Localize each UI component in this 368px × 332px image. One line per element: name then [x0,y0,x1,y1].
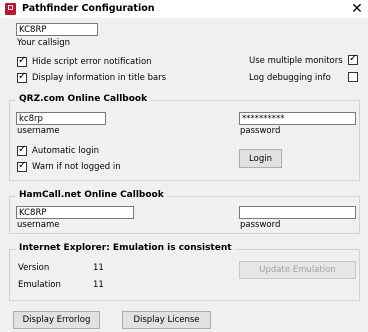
hamcall-legend: HamCall.net Online Callbook [16,190,167,200]
ie-version-value: 11 [93,263,104,273]
display-title-bars-label: Display information in title bars [32,73,167,83]
app-icon [5,3,16,15]
display-license-button[interactable]: Display License [122,311,211,329]
hide-script-errors-label: Hide script error notification [32,57,152,67]
qrz-legend: QRZ.com Online Callbook [16,94,151,104]
hide-script-errors-checkbox[interactable] [17,55,27,67]
log-debugging-checkbox[interactable] [348,72,358,82]
title-bar: Pathfinder Configuration ✕ [0,0,368,18]
window-title: Pathfinder Configuration [22,3,155,14]
ie-legend: Internet Explorer: Emulation is consiste… [16,243,235,253]
multiple-monitors-label: Use multiple monitors [249,56,343,66]
auto-login-checkbox[interactable] [17,144,27,156]
hamcall-password-label: password [240,220,281,230]
ie-emulation-value: 11 [93,280,104,290]
qrz-username-label: username [17,126,60,136]
hamcall-username-input[interactable] [16,206,134,219]
log-debugging-label: Log debugging info [249,73,331,83]
auto-login-label: Automatic login [32,146,99,156]
callsign-label: Your callsign [17,38,71,48]
display-errorlog-button[interactable]: Display Errorlog [13,311,100,329]
warn-not-logged-checkbox[interactable] [17,160,27,172]
multiple-monitors-checkbox[interactable] [348,53,358,65]
qrz-username-input[interactable] [16,112,106,125]
warn-not-logged-label: Warn if not logged in [32,162,121,172]
ie-version-label: Version [18,263,50,273]
login-button[interactable]: Login [239,149,282,168]
close-icon[interactable]: ✕ [347,0,367,18]
qrz-password-input[interactable] [239,112,356,125]
hamcall-password-input[interactable] [239,206,356,219]
qrz-password-label: password [240,126,281,136]
ie-emulation-label: Emulation [18,280,61,290]
callsign-input[interactable] [16,23,98,36]
display-title-bars-checkbox[interactable] [17,71,27,83]
update-emulation-button[interactable]: Update Emulation [239,261,356,279]
hamcall-username-label: username [17,220,60,230]
